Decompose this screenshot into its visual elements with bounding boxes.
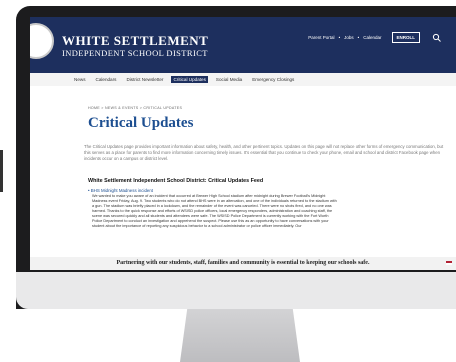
- nav-item-critical-updates[interactable]: Critical Updates: [171, 76, 208, 83]
- utility-link-calendar[interactable]: Calendar: [363, 35, 381, 40]
- utility-separator: •: [357, 35, 360, 40]
- page-title: Critical Updates: [88, 115, 194, 131]
- nav-item-district-newsletter[interactable]: District Newsletter: [124, 76, 165, 83]
- monitor-chin: [16, 272, 456, 309]
- utility-separator: •: [338, 35, 341, 40]
- nav-item-social-media[interactable]: Social Media: [214, 76, 244, 83]
- flag-icon[interactable]: [446, 261, 452, 265]
- nav-item-emergency-closings[interactable]: Emergency Closings: [250, 76, 296, 83]
- partner-banner: Partnering with our students, staff, fam…: [30, 257, 456, 270]
- breadcrumb[interactable]: HOME > NEWS & EVENTS > CRITICAL UPDATES: [88, 106, 456, 110]
- feed-item-body: We wanted to make you aware of an incide…: [92, 194, 337, 228]
- left-edge-mark: [0, 150, 3, 192]
- district-seal-logo[interactable]: [30, 23, 54, 59]
- utility-nav: Parent Portal • Jobs • Calendar ENROLL: [308, 32, 442, 43]
- utility-link-parent-portal[interactable]: Parent Portal: [308, 35, 334, 40]
- enroll-button[interactable]: ENROLL: [391, 32, 420, 43]
- feed-title: White Settlement Independent School Dist…: [88, 178, 264, 184]
- monitor-mockup: WHITE SETTLEMENT INDEPENDENT SCHOOL DIST…: [0, 0, 456, 362]
- nav-item-calendars[interactable]: Calendars: [94, 76, 119, 83]
- monitor-stand: [180, 309, 300, 362]
- search-icon[interactable]: [432, 33, 442, 43]
- feed-item-link[interactable]: • BHS Midnight Madness incident: [88, 188, 456, 193]
- monitor-screen: WHITE SETTLEMENT INDEPENDENT SCHOOL DIST…: [30, 17, 456, 270]
- nav-item-news[interactable]: News: [72, 76, 88, 83]
- section-nav: News Calendars District Newsletter Criti…: [30, 73, 456, 86]
- page-intro: The Critical Updates page provides impor…: [84, 144, 444, 161]
- school-name[interactable]: WHITE SETTLEMENT: [62, 33, 208, 49]
- utility-link-jobs[interactable]: Jobs: [344, 35, 354, 40]
- site-header: WHITE SETTLEMENT INDEPENDENT SCHOOL DIST…: [30, 17, 456, 73]
- school-subtitle[interactable]: INDEPENDENT SCHOOL DISTRICT: [62, 48, 208, 58]
